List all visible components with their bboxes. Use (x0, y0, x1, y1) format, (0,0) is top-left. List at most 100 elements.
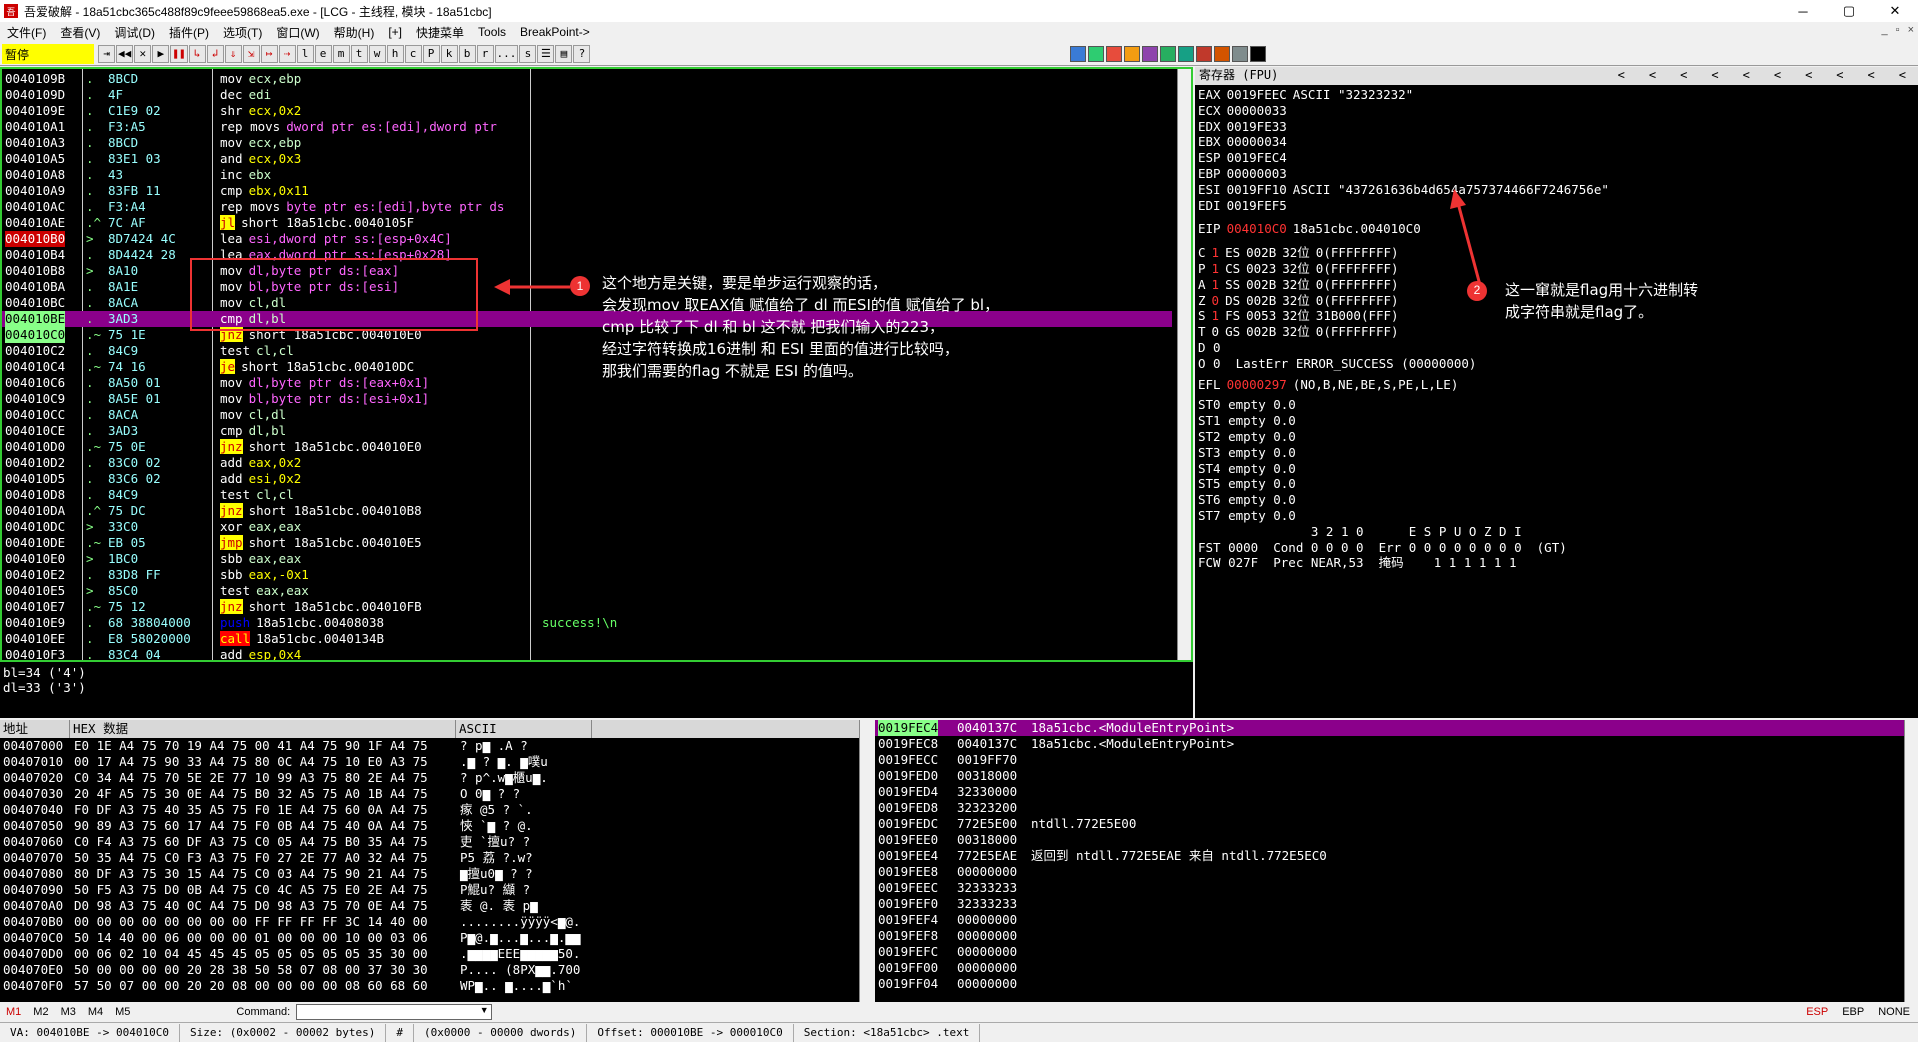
nav-arrow[interactable]: < (1743, 68, 1750, 84)
disasm-row[interactable]: 004010DA .^ 75 DC jnz short 18a51cbc.004010B… (2, 503, 1172, 519)
dump-scrollbar[interactable] (859, 720, 873, 1002)
plugin-button[interactable] (1214, 45, 1230, 62)
nav-arrow[interactable]: < (1711, 68, 1718, 84)
disasm-row[interactable]: 004010CE. 3AD3 cmp dl,bl (2, 423, 1172, 439)
stack-pane[interactable]: 0019FEC4 0040137C 18a51cbc.<ModuleEntryPoi… (875, 720, 1918, 1002)
nav-arrow[interactable]: < (1680, 68, 1687, 84)
registers-pane[interactable]: 寄存器 (FPU) < < < < < < < < < < EAX 0019FEEC ASCII "3… (1195, 67, 1918, 718)
stack-row[interactable]: 0019FED0 00318000 (875, 768, 1918, 784)
menu-item[interactable]: 查看(V) (53, 24, 107, 41)
toolbar-button[interactable]: ▤ (555, 44, 573, 63)
menu-item[interactable]: 选项(T) (216, 24, 269, 41)
close-button[interactable]: ✕ (1872, 0, 1918, 22)
toolbar-button[interactable]: ↳ (188, 44, 206, 63)
dump-row[interactable]: 004070C0 50 14 40 00 06 00 00 00 01 00 00… (0, 930, 873, 946)
mdi-button[interactable]: _ (1882, 24, 1888, 36)
memory-tab[interactable]: M4 (82, 1006, 109, 1018)
disasm-row[interactable]: 004010D5. 83C6 02 add esi,0x2 (2, 471, 1172, 487)
nav-arrow[interactable]: < (1868, 68, 1875, 84)
nav-arrow[interactable]: < (1836, 68, 1843, 84)
nav-arrow[interactable]: < (1618, 68, 1625, 84)
disasm-row[interactable]: 004010B0 >8D7424 4C lea esi,dword ptr ss:[e… (2, 231, 1172, 247)
menu-item[interactable]: Tools (471, 25, 513, 39)
menu-item[interactable]: 调试(D) (107, 24, 162, 41)
toolbar-button[interactable]: ❚❚ (170, 44, 188, 63)
stack-row[interactable]: 0019FF00 00000000 (875, 960, 1918, 976)
stack-row[interactable]: 0019FEF4 00000000 (875, 912, 1918, 928)
dump-row[interactable]: 004070D0 00 06 02 10 04 45 45 45 05 05 05… (0, 946, 873, 962)
toolbar-button[interactable]: ⇥ (98, 44, 115, 63)
plugin-button[interactable] (1196, 45, 1212, 62)
menu-item[interactable]: 插件(P) (162, 24, 216, 41)
mdi-button[interactable]: ▫ (1896, 24, 1900, 36)
disasm-row[interactable]: 004010DE .~ EB 05 jmp short 18a51cbc.004010E… (2, 535, 1172, 551)
nav-arrow[interactable]: < (1774, 68, 1781, 84)
stack-row[interactable]: 0019FEC8 0040137C 18a51cbc.<ModuleEntryPoi… (875, 736, 1918, 752)
toolbar-button[interactable]: ☰ (537, 44, 555, 63)
stack-row[interactable]: 0019FEE8 00000000 (875, 864, 1918, 880)
menu-item[interactable]: [+] (381, 25, 409, 39)
plugin-button[interactable] (1142, 45, 1158, 62)
toolbar-button[interactable]: t (350, 44, 368, 63)
disasm-row[interactable]: 004010CC. 8ACA mov cl,dl (2, 407, 1172, 423)
disasm-row[interactable]: 004010A3. 8BCD mov ecx,ebp (2, 135, 1172, 151)
stack-row[interactable]: 0019FEF0 32333233 (875, 896, 1918, 912)
plugin-button[interactable] (1232, 45, 1248, 62)
disasm-row[interactable]: 004010D2. 83C0 02 add eax,0x2 (2, 455, 1172, 471)
toolbar-button[interactable]: c (404, 44, 422, 63)
disasm-row[interactable]: 004010E7 .~ 75 12 jnz short 18a51cbc.004010F… (2, 599, 1172, 615)
plugin-button[interactable] (1250, 45, 1266, 62)
disasm-row[interactable]: 0040109D. 4F dec edi (2, 87, 1172, 103)
plugin-button[interactable] (1088, 45, 1104, 62)
toolbar-button[interactable]: ⇢ (278, 44, 296, 63)
disasm-row[interactable]: 004010A8. 43 inc ebx (2, 167, 1172, 183)
cpu-disassembly-pane[interactable]: 0040109B. 8BCD mov ecx,ebp 0040109D. 4F dec edi… (0, 67, 1193, 662)
disasm-row[interactable]: 004010E2. 83D8 FF sbb eax,-0x1 (2, 567, 1172, 583)
stack-row[interactable]: 0019FEE4 772E5EAE 返回到 ntdll.772E5EAE 来自 nt… (875, 848, 1918, 864)
maximize-button[interactable]: ▢ (1826, 0, 1872, 22)
plugin-button[interactable] (1178, 45, 1194, 62)
memory-tab[interactable]: M1 (0, 1006, 27, 1018)
stack-scrollbar[interactable] (1904, 720, 1918, 1002)
disasm-row[interactable]: 004010AC. F3:A4 rep movs byte ptr es:[edi],… (2, 199, 1172, 215)
toolbar-button[interactable]: ↦ (260, 44, 278, 63)
disasm-row[interactable]: 004010D0 .~ 75 0E jnz short 18a51cbc.004010E… (2, 439, 1172, 455)
stack-anchor-option[interactable]: NONE (1878, 1006, 1910, 1018)
stack-row[interactable]: 0019FEE0 00318000 (875, 832, 1918, 848)
stack-row[interactable]: 0019FECC 0019FF70 (875, 752, 1918, 768)
stack-row[interactable]: 0019FEC4 0040137C 18a51cbc.<ModuleEntryPoi… (875, 720, 1918, 736)
toolbar-button[interactable]: ? (573, 44, 591, 63)
command-input[interactable]: ▼ (296, 1004, 493, 1020)
dump-row[interactable]: 004070A0 D0 98 A3 75 40 0C A4 75 D0 98 A3… (0, 898, 873, 914)
disasm-row[interactable]: 004010D8. 84C9 test cl,cl (2, 487, 1172, 503)
plugin-button[interactable] (1106, 45, 1122, 62)
toolbar-button[interactable]: l (296, 44, 314, 63)
toolbar-button[interactable]: k (440, 44, 458, 63)
disasm-row[interactable]: 004010A9. 83FB 11 cmp ebx,0x11 (2, 183, 1172, 199)
stack-row[interactable]: 0019FED4 32330000 (875, 784, 1918, 800)
disasm-row[interactable]: 004010DC >33C0 xor eax,eax (2, 519, 1172, 535)
stack-row[interactable]: 0019FEDC 772E5E00 ntdll.772E5E00 (875, 816, 1918, 832)
dump-row[interactable]: 004070E0 50 00 00 00 00 20 28 38 50 58 07… (0, 962, 873, 978)
minimize-button[interactable]: ─ (1780, 0, 1826, 22)
dump-row[interactable]: 00407050 90 89 A3 75 60 17 A4 75 F0 0B A4… (0, 818, 873, 834)
menu-item[interactable]: 快捷菜单 (409, 24, 471, 41)
disasm-row[interactable]: 004010E0 >1BC0 sbb eax,eax (2, 551, 1172, 567)
toolbar-button[interactable]: r (476, 44, 494, 63)
stack-row[interactable]: 0019FF04 00000000 (875, 976, 1918, 992)
disasm-row[interactable]: 0040109E. C1E9 02 shr ecx,0x2 (2, 103, 1172, 119)
menu-item[interactable]: 文件(F) (0, 24, 53, 41)
nav-arrow[interactable]: < (1805, 68, 1812, 84)
plugin-button[interactable] (1160, 45, 1176, 62)
stack-row[interactable]: 0019FED8 32323200 (875, 800, 1918, 816)
menu-item[interactable]: 窗口(W) (269, 24, 326, 41)
menu-item[interactable]: 帮助(H) (327, 24, 382, 41)
disasm-row[interactable]: 0040109B. 8BCD mov ecx,ebp (2, 71, 1172, 87)
disasm-row[interactable]: 004010C9. 8A5E 01 mov bl,byte ptr ds:[esi+0… (2, 391, 1172, 407)
dump-row[interactable]: 00407040 F0 DF A3 75 40 35 A5 75 F0 1E A4… (0, 802, 873, 818)
disasm-row[interactable]: 004010E9. 68 38804000 push 18a51cbc.0040803… (2, 615, 1172, 631)
chevron-down-icon[interactable]: ▼ (477, 1005, 491, 1019)
cpu-scrollbar[interactable] (1177, 69, 1191, 660)
toolbar-button[interactable]: ✕ (134, 44, 152, 63)
dump-row[interactable]: 004070B0 00 00 00 00 00 00 00 00 FF FF FF… (0, 914, 873, 930)
